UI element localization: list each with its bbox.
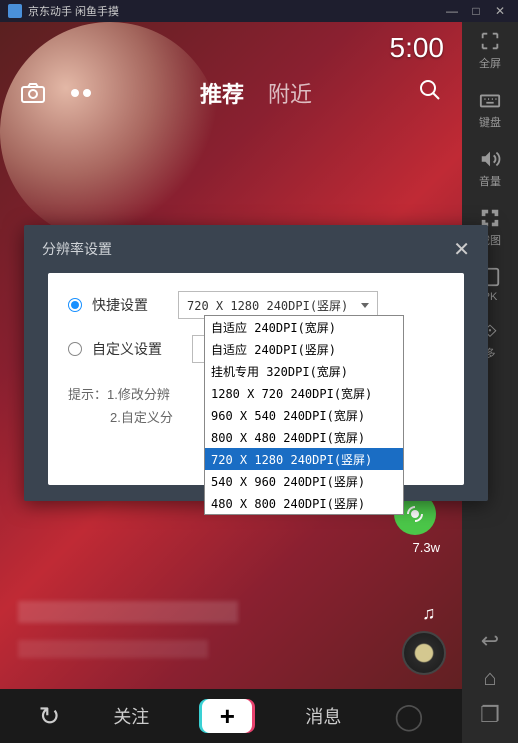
back-icon[interactable]: ↩ [481, 628, 499, 654]
dropdown-option-selected[interactable]: 720 X 1280 240DPI(竖屏) [205, 448, 403, 470]
dropdown-option[interactable]: 挂机专用 320DPI(宽屏) [205, 360, 403, 382]
tool-volume[interactable]: 音量 [479, 148, 501, 189]
nav-message[interactable]: 消息 [305, 703, 341, 729]
keyboard-label: 键盘 [479, 114, 501, 130]
android-nav-controls: ↩ ⌂ ❐ [462, 613, 518, 743]
home-icon[interactable]: ⌂ [483, 665, 496, 691]
quick-setting-label: 快捷设置 [92, 295, 148, 315]
custom-setting-label: 自定义设置 [92, 339, 162, 359]
nav-home-icon[interactable]: ↻ [39, 701, 61, 732]
volume-label: 音量 [479, 173, 501, 189]
radio-quick-setting[interactable] [68, 298, 82, 312]
top-navigation: 推荐 附近 [0, 77, 462, 109]
gallery-icon[interactable] [68, 84, 94, 102]
dropdown-option[interactable]: 540 X 960 240DPI(竖屏) [205, 470, 403, 492]
dropdown-option[interactable]: 960 X 540 240DPI(宽屏) [205, 404, 403, 426]
tab-recommend[interactable]: 推荐 [200, 77, 244, 109]
app-icon [8, 4, 22, 18]
radio-custom-setting[interactable] [68, 342, 82, 356]
tool-keyboard[interactable]: 键盘 [479, 89, 501, 130]
dropdown-option[interactable]: 800 X 480 240DPI(宽屏) [205, 426, 403, 448]
timer-display: 5:00 [390, 32, 445, 64]
chevron-down-icon [361, 303, 369, 308]
bottom-navigation: ↻ 关注 + 消息 ◯ [0, 689, 462, 743]
select-value: 720 X 1280 240DPI(竖屏) [187, 297, 348, 314]
dropdown-option[interactable]: 自适应 240DPI(宽屏) [205, 316, 403, 338]
close-icon[interactable]: ✕ [453, 237, 470, 262]
tab-nearby[interactable]: 附近 [268, 77, 312, 109]
tool-fullscreen[interactable]: 全屏 [479, 30, 501, 71]
resolution-dropdown[interactable]: 自适应 240DPI(宽屏) 自适应 240DPI(竖屏) 挂机专用 320DP… [204, 315, 404, 515]
window-title: 京东动手 闲鱼手摸 [28, 3, 119, 19]
fullscreen-label: 全屏 [479, 55, 501, 71]
window-titlebar: 京东动手 闲鱼手摸 — □ ✕ [0, 0, 518, 22]
close-button[interactable]: ✕ [490, 2, 510, 20]
nav-add-button[interactable]: + [202, 699, 252, 733]
dropdown-option[interactable]: 1280 X 720 240DPI(宽屏) [205, 382, 403, 404]
nav-profile-icon[interactable]: ◯ [394, 701, 423, 732]
recents-icon[interactable]: ❐ [480, 702, 500, 728]
minimize-button[interactable]: — [442, 2, 462, 20]
dialog-title: 分辨率设置 [42, 239, 112, 259]
maximize-button[interactable]: □ [466, 2, 486, 20]
camera-icon[interactable] [20, 82, 46, 104]
search-icon[interactable] [418, 78, 442, 109]
dropdown-option[interactable]: 自适应 240DPI(竖屏) [205, 338, 403, 360]
nav-follow[interactable]: 关注 [113, 703, 149, 729]
dropdown-option[interactable]: 480 X 800 240DPI(竖屏) [205, 492, 403, 514]
